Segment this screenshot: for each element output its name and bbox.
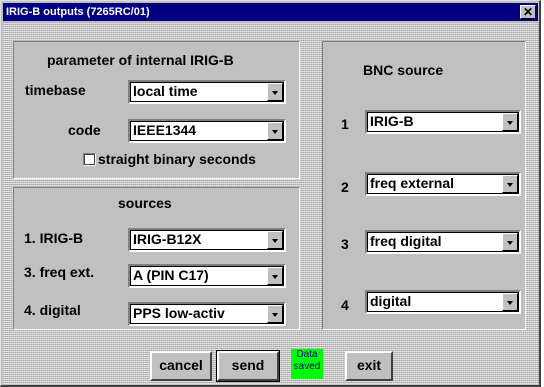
code-select[interactable]: IEEE1344 [128, 119, 286, 143]
freq-ext-select[interactable]: A (PIN C17) [128, 264, 286, 288]
chevron-down-icon[interactable] [267, 267, 283, 285]
data-saved-line1: Data [296, 349, 318, 360]
irig-b-outputs-window: IRIG-B outputs (7265RC/01) ✕ parameter o… [0, 0, 541, 387]
exit-button[interactable]: exit [345, 351, 393, 381]
internal-irigb-panel: parameter of internal IRIG-B timebase lo… [13, 41, 300, 179]
digital-source-label: 4. digital [24, 302, 81, 318]
timebase-value: local time [133, 83, 198, 99]
chevron-down-icon[interactable] [502, 293, 518, 311]
bnc-row-number: 2 [341, 179, 349, 195]
irigb-source-select[interactable]: IRIG-B12X [128, 228, 286, 252]
chevron-down-icon[interactable] [502, 113, 518, 131]
window-title: IRIG-B outputs (7265RC/01) [6, 6, 150, 18]
send-button[interactable]: send [216, 350, 280, 382]
bnc-4-value: digital [370, 293, 412, 309]
bnc-3-value: freq digital [370, 233, 442, 249]
bnc-4-select[interactable]: digital [365, 290, 521, 314]
freq-ext-value: A (PIN C17) [133, 267, 209, 283]
bnc-3-select[interactable]: freq digital [365, 230, 521, 254]
timebase-label: timebase [25, 82, 86, 98]
irigb-source-value: IRIG-B12X [133, 231, 202, 247]
bnc-row-number: 1 [341, 116, 349, 132]
code-value: IEEE1344 [133, 122, 197, 138]
chevron-down-icon[interactable] [267, 122, 283, 140]
code-label: code [68, 122, 101, 138]
irigb-source-label: 1. IRIG-B [24, 230, 84, 246]
bnc-2-value: freq external [370, 175, 455, 191]
digital-source-value: PPS low-activ [133, 305, 225, 321]
chevron-down-icon[interactable] [267, 83, 283, 101]
bnc-source-panel: BNC source 1 IRIG-B 2 freq external 3 fr… [322, 41, 526, 330]
cancel-button[interactable]: cancel [150, 351, 212, 381]
freq-ext-label: 3. freq ext. [24, 264, 95, 280]
timebase-select[interactable]: local time [128, 80, 286, 104]
dialog-body: parameter of internal IRIG-B timebase lo… [3, 22, 538, 384]
bnc-row-number: 3 [341, 236, 349, 252]
straight-binary-seconds-checkbox[interactable] [83, 153, 96, 166]
data-saved-line2: saved [293, 361, 321, 372]
chevron-down-icon[interactable] [502, 233, 518, 251]
bnc-2-select[interactable]: freq external [365, 172, 521, 196]
chevron-down-icon[interactable] [502, 175, 518, 193]
close-icon[interactable]: ✕ [520, 5, 536, 19]
chevron-down-icon[interactable] [267, 231, 283, 249]
bnc-1-select[interactable]: IRIG-B [365, 110, 521, 134]
sources-panel: sources 1. IRIG-B IRIG-B12X 3. freq ext.… [13, 187, 300, 330]
data-saved-indicator: Data saved [291, 349, 323, 379]
straight-binary-seconds-label: straight binary seconds [98, 151, 256, 167]
internal-irigb-title: parameter of internal IRIG-B [47, 52, 234, 68]
digital-source-select[interactable]: PPS low-activ [128, 302, 286, 326]
chevron-down-icon[interactable] [267, 305, 283, 323]
title-bar[interactable]: IRIG-B outputs (7265RC/01) ✕ [3, 3, 538, 21]
bnc-source-title: BNC source [363, 62, 444, 78]
sources-title: sources [118, 195, 172, 211]
bnc-row-number: 4 [341, 297, 349, 313]
bnc-1-value: IRIG-B [370, 113, 414, 129]
